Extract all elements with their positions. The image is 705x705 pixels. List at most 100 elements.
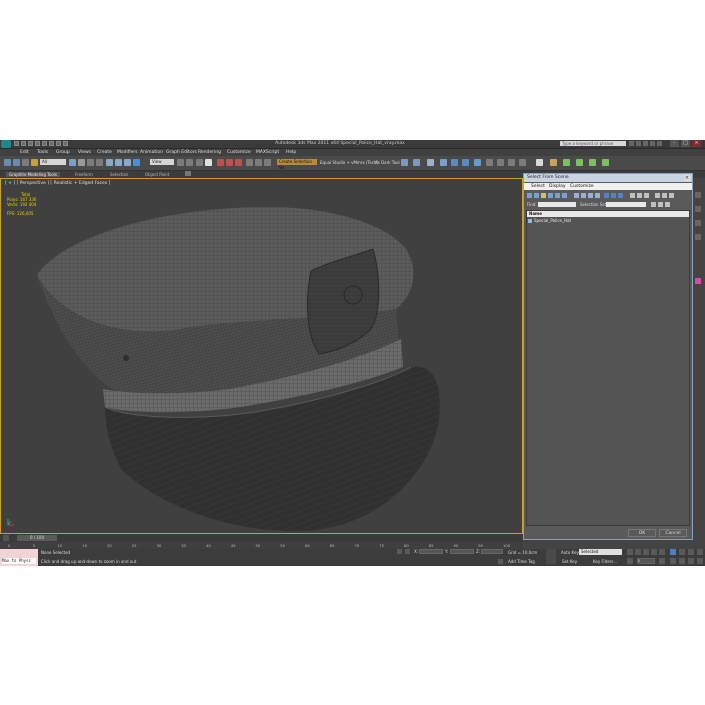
perspective-viewport[interactable]: [ + ] [ Perspective ] [ Realistic + Edge… xyxy=(0,178,523,534)
cancel-button[interactable]: Cancel xyxy=(659,529,687,537)
select-invert-icon[interactable] xyxy=(644,193,649,198)
selection-set-add-icon[interactable] xyxy=(658,202,663,207)
menu-maxscript[interactable]: MAXScript xyxy=(256,150,279,155)
menu-rendering[interactable]: Rendering xyxy=(198,150,221,155)
layer-manager-icon[interactable] xyxy=(264,159,271,166)
redo-tool-icon[interactable] xyxy=(13,159,20,166)
angle-snap-icon[interactable] xyxy=(205,159,212,166)
list-item[interactable]: Special_Police_Hat xyxy=(528,218,571,223)
ribbon-toggle-icon[interactable] xyxy=(185,171,191,176)
maxscript-listener[interactable]: Max to Physc xyxy=(0,549,38,566)
options-icon[interactable] xyxy=(669,193,674,198)
display-cameras-icon[interactable] xyxy=(548,193,553,198)
time-slider-bar[interactable]: 0 / 100 xyxy=(0,534,523,542)
set-key-button[interactable]: Set Key xyxy=(562,559,577,564)
track-bar[interactable]: 0 5 10 15 20 25 30 35 40 45 50 55 60 65 70 75 80 85 90 95 10… xyxy=(0,542,523,549)
find-input[interactable] xyxy=(538,202,576,207)
undo-tool-icon[interactable] xyxy=(4,159,11,166)
menu-animation[interactable]: Animation xyxy=(140,150,163,155)
project-folder-icon[interactable] xyxy=(63,141,68,146)
tab-freeform[interactable]: Freeform xyxy=(75,172,93,177)
subscription-icon[interactable] xyxy=(636,141,641,146)
environment-icon[interactable] xyxy=(497,159,504,166)
hierarchy-panel-icon[interactable] xyxy=(695,220,701,226)
percent-snap-icon[interactable] xyxy=(217,159,224,166)
save-file-icon[interactable] xyxy=(28,141,33,146)
set-key-large-icon[interactable] xyxy=(546,549,556,564)
color-swatch[interactable] xyxy=(695,278,701,284)
align-icon[interactable] xyxy=(255,159,262,166)
select-all-icon[interactable] xyxy=(630,193,635,198)
select-by-name-icon[interactable] xyxy=(78,159,85,166)
redo-icon[interactable] xyxy=(42,141,47,146)
menu-edit[interactable]: Edit xyxy=(20,150,29,155)
x-coordinate-field[interactable] xyxy=(419,549,443,554)
keyboard-shortcut-icon[interactable] xyxy=(186,159,193,166)
tab-object-paint[interactable]: Object Paint xyxy=(145,172,169,177)
vray-sun-icon[interactable] xyxy=(602,159,609,166)
sync-selection-icon[interactable] xyxy=(655,193,660,198)
list-column-header[interactable]: Name xyxy=(527,211,689,217)
zoom-all-icon[interactable] xyxy=(679,549,685,555)
dialog-menu-select[interactable]: Select xyxy=(531,184,545,189)
material-editor-icon[interactable] xyxy=(427,159,434,166)
select-and-manipulate-icon[interactable] xyxy=(133,159,140,166)
display-all-icon[interactable] xyxy=(604,193,609,198)
police-hat-model[interactable] xyxy=(1,179,522,533)
display-space-warps-icon[interactable] xyxy=(562,193,567,198)
vray-tools-icon[interactable] xyxy=(550,159,557,166)
maxscript-input[interactable]: Max to Physc xyxy=(2,558,36,564)
selection-set-dropdown[interactable] xyxy=(606,202,646,207)
zoom-icon[interactable] xyxy=(670,549,676,555)
edit-named-selection-icon[interactable] xyxy=(235,159,242,166)
window-crossing-icon[interactable] xyxy=(96,159,103,166)
maximize-button[interactable]: □ xyxy=(681,140,690,147)
menu-group[interactable]: Group xyxy=(56,150,70,155)
go-to-end-icon[interactable] xyxy=(659,549,665,555)
reference-coordinate-dropdown[interactable]: View xyxy=(150,159,174,165)
communication-center-icon[interactable] xyxy=(643,141,648,146)
maximize-viewport-icon[interactable] xyxy=(697,558,703,564)
pan-view-icon[interactable] xyxy=(679,558,685,564)
orbit-icon[interactable] xyxy=(688,558,694,564)
minimize-button[interactable]: – xyxy=(670,140,679,147)
absolute-mode-icon[interactable] xyxy=(405,549,410,554)
selection-set-remove-icon[interactable] xyxy=(665,202,670,207)
selection-filter-dropdown[interactable]: All xyxy=(40,159,66,165)
render-preset-label[interactable]: Equal Studio + vMmrx (Tech) xyxy=(320,160,378,165)
mini-listener-toggle-icon[interactable] xyxy=(3,535,9,541)
search-input[interactable]: Type a keyword or phrase xyxy=(560,141,626,146)
field-of-view-icon[interactable] xyxy=(670,558,676,564)
display-geometry-icon[interactable] xyxy=(527,193,532,198)
display-groups-icon[interactable] xyxy=(574,193,579,198)
display-shapes-icon[interactable] xyxy=(534,193,539,198)
favorites-icon[interactable] xyxy=(650,141,655,146)
current-frame-field[interactable]: 0 xyxy=(637,558,655,564)
menu-views[interactable]: Views xyxy=(78,150,91,155)
select-none-icon[interactable] xyxy=(637,193,642,198)
filter-icon[interactable] xyxy=(662,193,667,198)
vray-light-icon[interactable] xyxy=(576,159,583,166)
y-coordinate-field[interactable] xyxy=(450,549,474,554)
select-object-icon[interactable] xyxy=(69,159,76,166)
modify-panel-icon[interactable] xyxy=(695,206,701,212)
effects-icon[interactable] xyxy=(508,159,515,166)
time-configuration-icon[interactable] xyxy=(659,558,665,564)
next-frame-icon[interactable] xyxy=(651,549,657,555)
auto-key-button[interactable]: Auto Key xyxy=(561,550,579,555)
selection-set-edit-icon[interactable] xyxy=(651,202,656,207)
display-helpers-icon[interactable] xyxy=(555,193,560,198)
close-button[interactable]: × xyxy=(692,140,701,147)
menu-customize[interactable]: Customize xyxy=(227,150,251,155)
named-selection-dropdown[interactable]: Create Selection Se xyxy=(277,159,317,170)
vray-material-icon[interactable] xyxy=(563,159,570,166)
pivot-center-icon[interactable] xyxy=(177,159,184,166)
zoom-extents-all-icon[interactable] xyxy=(697,549,703,555)
scale-icon[interactable] xyxy=(124,159,131,166)
add-time-tag[interactable]: Add Time Tag xyxy=(508,559,535,564)
rotate-icon[interactable] xyxy=(115,159,122,166)
move-icon[interactable] xyxy=(106,159,113,166)
zoom-extents-icon[interactable] xyxy=(688,549,694,555)
select-link-icon[interactable] xyxy=(22,159,29,166)
video-post-icon[interactable] xyxy=(519,159,526,166)
